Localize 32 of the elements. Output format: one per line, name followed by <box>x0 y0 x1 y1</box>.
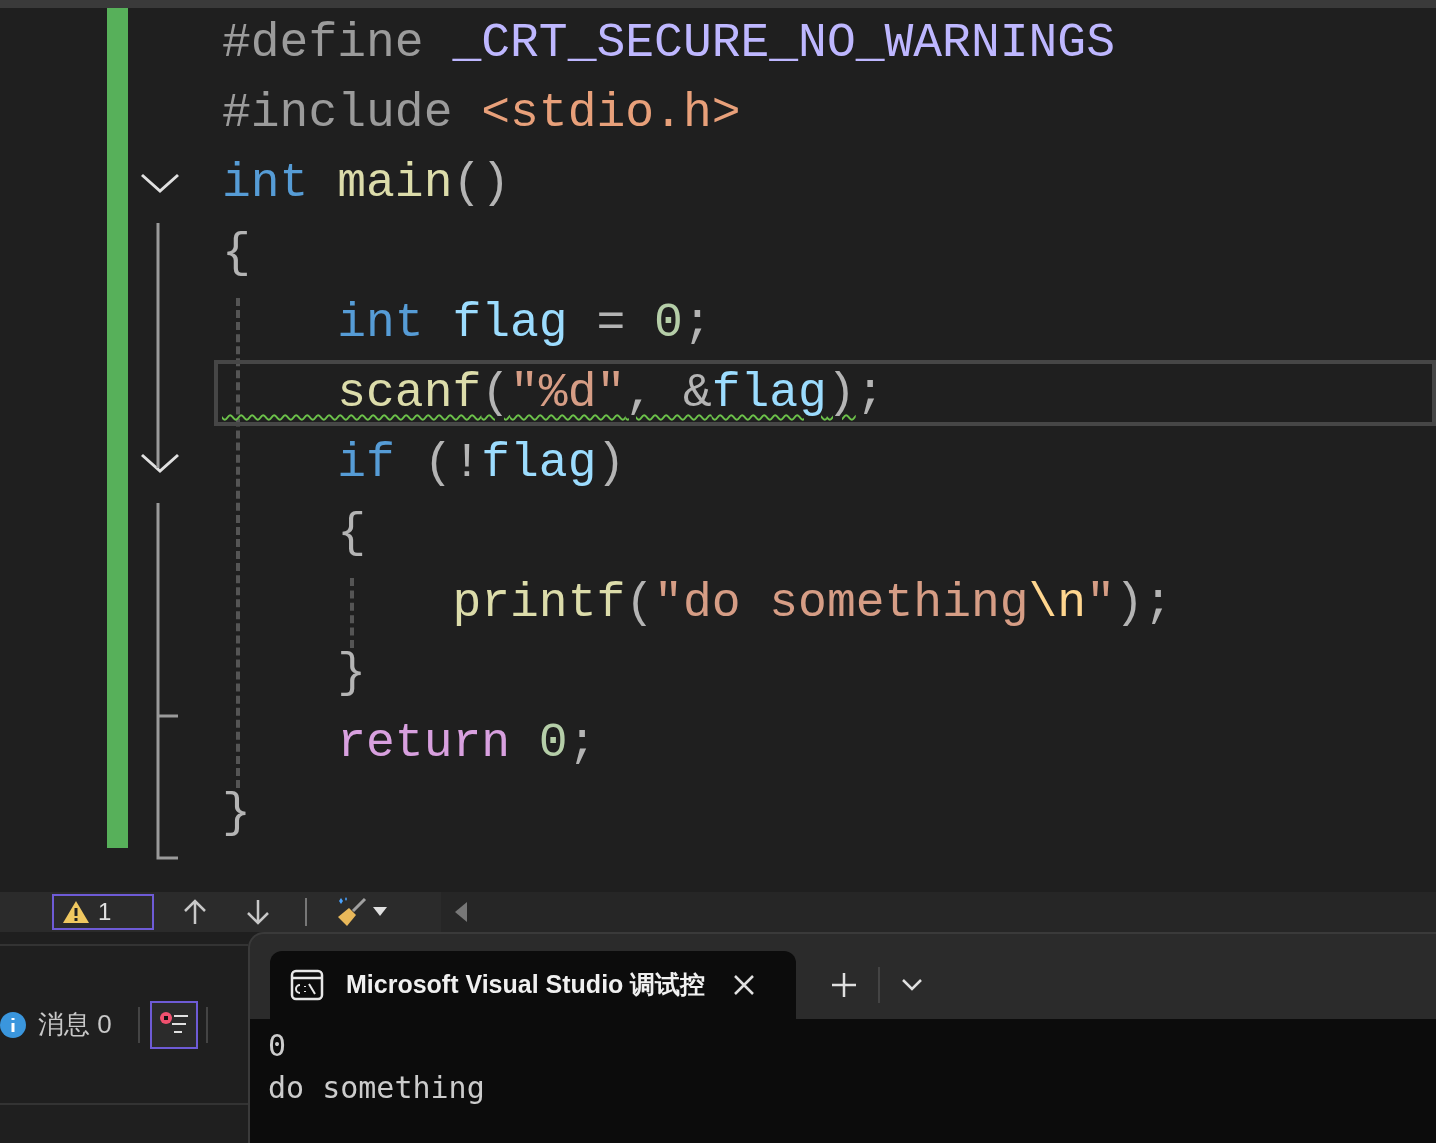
scroll-left-icon[interactable] <box>455 902 467 922</box>
arrow-down-icon[interactable] <box>245 898 271 926</box>
collapse-chevron-icon[interactable] <box>140 452 180 474</box>
code-line: #define _CRT_SECURE_NO_WARNINGS <box>222 15 1115 72</box>
code-line: scanf("%d", &flag); <box>336 365 885 422</box>
code-line: { <box>336 505 367 562</box>
horizontal-scrollbar[interactable] <box>441 892 1436 932</box>
messages-count[interactable]: 消息 0 <box>38 1005 112 1044</box>
arrow-up-icon[interactable] <box>182 898 208 926</box>
code-line: int flag = 0; <box>336 295 712 352</box>
warnings-filter-button[interactable]: 1 <box>52 894 154 930</box>
filter-button[interactable] <box>149 1000 198 1049</box>
tab-title: Microsoft Visual Studio 调试控 <box>346 969 706 1001</box>
close-icon[interactable] <box>733 974 756 996</box>
info-icon <box>0 1011 26 1038</box>
caret-down-icon[interactable] <box>373 907 387 917</box>
code-line: int main() <box>222 155 511 212</box>
warning-icon <box>62 900 90 924</box>
code-line: { <box>222 225 251 282</box>
code-line: printf("do something\n"); <box>451 575 1173 632</box>
code-line: if (!flag) <box>336 435 626 492</box>
terminal-tab[interactable]: Microsoft Visual Studio 调试控 <box>270 951 796 1019</box>
dropdown-chevron-icon[interactable] <box>902 979 922 991</box>
console-line: do something <box>268 1069 486 1107</box>
code-line: return 0; <box>336 715 597 772</box>
console-icon <box>290 969 324 1001</box>
new-tab-icon[interactable] <box>832 973 856 997</box>
console-line: 0 <box>268 1027 288 1065</box>
code-line: #include <stdio.h> <box>222 85 741 142</box>
code-line: } <box>222 785 251 842</box>
collapse-chevron-icon[interactable] <box>140 172 180 194</box>
code-line: } <box>336 645 367 702</box>
